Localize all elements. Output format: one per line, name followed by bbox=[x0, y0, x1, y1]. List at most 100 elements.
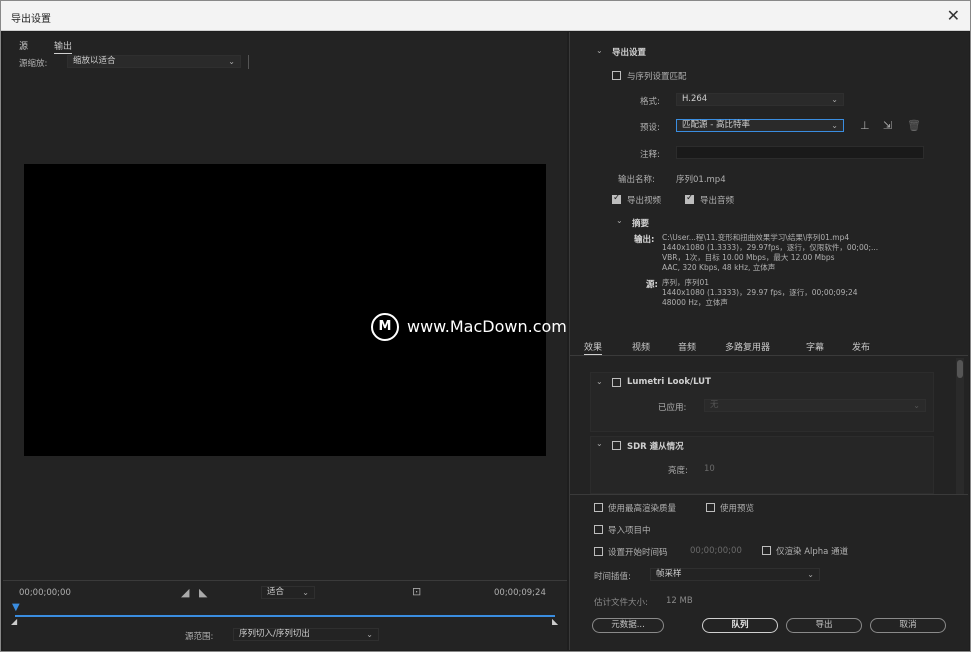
summary-output-label: 输出: bbox=[634, 235, 655, 245]
scrollbar-thumb[interactable] bbox=[957, 360, 963, 378]
summary-source-line: 48000 Hz，立体声 bbox=[662, 298, 728, 307]
divider bbox=[3, 580, 567, 581]
settings-panel: ⌄ 导出设置 与序列设置匹配 格式: H.264 ⌄ 预设: 匹配源 - 高比特… bbox=[569, 32, 969, 650]
start-timecode-label: 设置开始时间码 bbox=[608, 548, 668, 558]
chevron-down-icon: ⌄ bbox=[366, 630, 373, 639]
range-out-handle-icon[interactable]: ◣ bbox=[552, 617, 558, 626]
tab-source[interactable]: 源 bbox=[19, 39, 28, 52]
source-range-dropdown[interactable]: 序列切入/序列切出 ⌄ bbox=[233, 628, 379, 641]
brightness-value[interactable]: 10 bbox=[704, 464, 715, 474]
match-sequence-checkbox[interactable] bbox=[612, 71, 621, 80]
preset-label: 预设: bbox=[640, 123, 660, 133]
chevron-down-icon: ⌄ bbox=[302, 588, 309, 597]
collapse-chevron-icon[interactable]: ⌄ bbox=[596, 46, 603, 55]
format-dropdown[interactable]: H.264 ⌄ bbox=[676, 93, 844, 106]
video-preview bbox=[24, 164, 546, 456]
tab-output[interactable]: 输出 bbox=[54, 39, 73, 54]
format-value: H.264 bbox=[682, 94, 708, 104]
tab-publish[interactable]: 发布 bbox=[852, 340, 870, 353]
export-video-checkbox[interactable] bbox=[612, 193, 621, 204]
collapse-chevron-icon[interactable]: ⌄ bbox=[596, 377, 603, 386]
timeline-bar[interactable] bbox=[15, 615, 555, 617]
summary-title: 摘要 bbox=[632, 219, 650, 229]
match-sequence-label: 与序列设置匹配 bbox=[627, 72, 687, 82]
mark-in-icon[interactable]: ◢ bbox=[181, 586, 189, 599]
source-range-label: 源范围: bbox=[185, 632, 214, 642]
output-name-label: 输出名称: bbox=[618, 175, 655, 185]
playhead-icon[interactable]: ▼ bbox=[12, 602, 20, 613]
start-timecode-value[interactable]: 00;00;00;00 bbox=[690, 546, 742, 556]
alpha-only-label: 仅渲染 Alpha 通道 bbox=[776, 547, 849, 557]
watermark: M www.MacDown.com bbox=[371, 313, 611, 341]
applied-dropdown[interactable]: 无 ⌄ bbox=[704, 399, 926, 412]
watermark-text: www.MacDown.com bbox=[407, 317, 567, 336]
preset-value: 匹配源 - 高比特率 bbox=[682, 120, 750, 130]
preset-dropdown[interactable]: 匹配源 - 高比特率 ⌄ bbox=[676, 119, 844, 132]
applied-label: 已应用: bbox=[658, 403, 687, 413]
tab-video[interactable]: 视频 bbox=[632, 340, 650, 353]
tab-effects[interactable]: 效果 bbox=[584, 340, 603, 355]
aspect-ratio-icon[interactable]: ⊡ bbox=[412, 585, 421, 598]
chevron-down-icon: ⌄ bbox=[807, 570, 814, 579]
import-preset-icon[interactable]: ⇲ bbox=[883, 119, 892, 132]
range-in-handle-icon[interactable]: ◢ bbox=[11, 617, 17, 626]
watermark-logo: M bbox=[371, 313, 399, 341]
export-audio-label: 导出音频 bbox=[700, 196, 735, 206]
output-name-link[interactable]: 序列01.mp4 bbox=[676, 173, 726, 185]
export-button[interactable]: 导出 bbox=[786, 618, 862, 633]
import-project-checkbox[interactable] bbox=[594, 525, 603, 534]
preview-panel: 源 输出 源缩放: 缩放以适合 ⌄ 00;00;00;00 ◢ ◣ 适合 ⌄ ⊡… bbox=[3, 32, 567, 650]
collapse-chevron-icon[interactable]: ⌄ bbox=[596, 439, 603, 448]
import-project-label: 导入项目中 bbox=[608, 526, 651, 536]
summary-source-block: 序列，序列01 1440x1080 (1.3333)，29.97 fps，逐行，… bbox=[662, 278, 922, 308]
comment-input[interactable] bbox=[676, 146, 924, 159]
time-interpolation-dropdown[interactable]: 帧采样 ⌄ bbox=[650, 568, 820, 581]
alpha-only-checkbox[interactable] bbox=[762, 546, 771, 555]
time-interpolation-value: 帧采样 bbox=[656, 569, 682, 579]
chevron-down-icon: ⌄ bbox=[831, 121, 838, 130]
tab-captions[interactable]: 字幕 bbox=[806, 340, 824, 353]
queue-button[interactable]: 队列 bbox=[702, 618, 778, 633]
start-timecode-checkbox[interactable] bbox=[594, 547, 603, 556]
export-settings-title: 导出设置 bbox=[612, 48, 647, 58]
delete-preset-icon[interactable]: 🗑 bbox=[907, 119, 921, 132]
source-scale-label: 源缩放: bbox=[19, 59, 48, 69]
summary-output-line: VBR，1次，目标 10.00 Mbps，最大 12.00 Mbps bbox=[662, 253, 835, 262]
sdr-checkbox[interactable] bbox=[612, 441, 621, 450]
tab-multiplexer[interactable]: 多路复用器 bbox=[725, 340, 770, 353]
tab-audio[interactable]: 音频 bbox=[678, 340, 696, 353]
summary-source-line: 序列，序列01 bbox=[662, 278, 710, 287]
divider bbox=[248, 55, 249, 69]
file-size-label: 估计文件大小: bbox=[594, 598, 648, 608]
divider bbox=[570, 494, 968, 495]
summary-output-block: C:\User...程\11.变形和扭曲效果学习\结果\序列01.mp4 144… bbox=[662, 233, 922, 273]
collapse-chevron-icon[interactable]: ⌄ bbox=[616, 216, 623, 225]
mark-out-icon[interactable]: ◣ bbox=[199, 586, 207, 599]
cancel-button[interactable]: 取消 bbox=[870, 618, 946, 633]
use-preview-checkbox[interactable] bbox=[706, 503, 715, 512]
effects-scrollbar[interactable] bbox=[956, 358, 964, 494]
summary-output-line: AAC, 320 Kbps, 48 kHz, 立体声 bbox=[662, 263, 776, 272]
lumetri-checkbox[interactable] bbox=[612, 378, 621, 387]
window-title: 导出设置 bbox=[11, 14, 51, 25]
close-icon[interactable]: ✕ bbox=[947, 6, 960, 25]
timecode-start[interactable]: 00;00;00;00 bbox=[19, 588, 71, 598]
export-audio-checkbox[interactable] bbox=[685, 193, 694, 204]
format-label: 格式: bbox=[640, 97, 660, 107]
source-scale-dropdown[interactable]: 缩放以适合 ⌄ bbox=[67, 55, 241, 68]
brightness-label: 亮度: bbox=[668, 466, 688, 476]
export-settings-dialog: 导出设置 ✕ 源 输出 源缩放: 缩放以适合 ⌄ 00;00;00;00 ◢ ◣… bbox=[0, 0, 971, 652]
applied-value: 无 bbox=[710, 400, 719, 410]
title-bar: 导出设置 ✕ bbox=[1, 1, 970, 31]
summary-output-line: C:\User...程\11.变形和扭曲效果学习\结果\序列01.mp4 bbox=[662, 233, 850, 242]
fit-dropdown[interactable]: 适合 ⌄ bbox=[261, 586, 315, 599]
save-preset-icon[interactable]: ⊥ bbox=[860, 119, 870, 132]
comment-label: 注释: bbox=[640, 150, 660, 160]
metadata-button[interactable]: 元数据... bbox=[592, 618, 664, 633]
timecode-end: 00;00;09;24 bbox=[494, 588, 546, 598]
max-quality-label: 使用最高渲染质量 bbox=[608, 504, 677, 514]
export-video-label: 导出视频 bbox=[627, 196, 662, 206]
summary-source-line: 1440x1080 (1.3333)，29.97 fps，逐行，00;00;09… bbox=[662, 288, 858, 297]
lumetri-label: Lumetri Look/LUT bbox=[627, 377, 711, 387]
max-quality-checkbox[interactable] bbox=[594, 503, 603, 512]
